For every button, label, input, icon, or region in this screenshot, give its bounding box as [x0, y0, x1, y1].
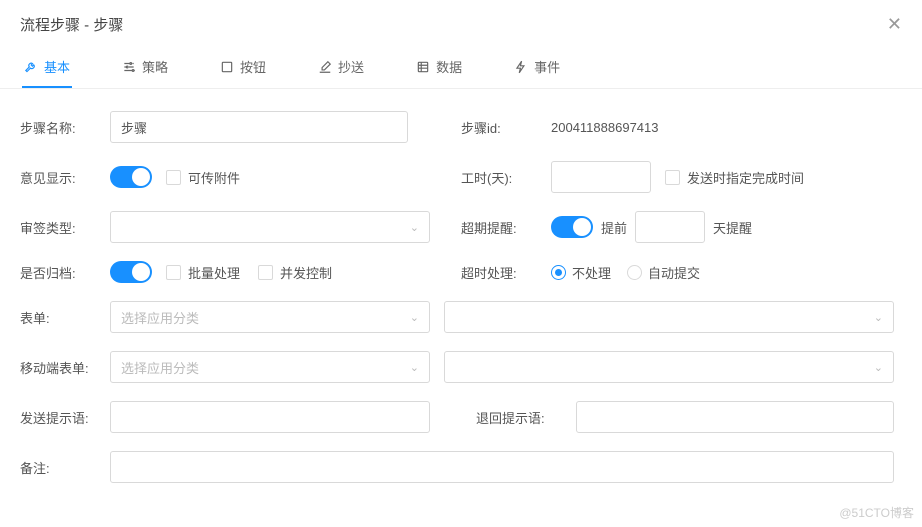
tab-cc[interactable]: 抄送	[316, 45, 366, 88]
form-select[interactable]: ⌄	[444, 301, 894, 333]
wrench-icon	[24, 60, 38, 74]
send-prompt-input[interactable]	[110, 401, 430, 433]
work-hours-input[interactable]	[551, 161, 651, 193]
tab-label: 策略	[142, 57, 168, 76]
batch-label: 批量处理	[188, 263, 240, 282]
comment-show-toggle[interactable]	[110, 166, 152, 188]
timeout-nohandle-radio[interactable]	[551, 265, 566, 280]
tab-strategy[interactable]: 策略	[120, 45, 170, 88]
tab-button[interactable]: 按钮	[218, 45, 268, 88]
tab-data[interactable]: 数据	[414, 45, 464, 88]
edit-icon	[318, 60, 332, 74]
chevron-down-icon: ⌄	[410, 361, 419, 374]
chevron-down-icon: ⌄	[874, 311, 883, 324]
form-body: 步骤名称: 步骤id: 200411888697413 意见显示: 可传附件 工…	[0, 89, 922, 483]
step-id-value: 200411888697413	[551, 120, 659, 135]
attachable-label: 可传附件	[188, 168, 240, 187]
square-icon	[220, 60, 234, 74]
form-category-select[interactable]: 选择应用分类⌄	[110, 301, 430, 333]
chevron-down-icon: ⌄	[410, 221, 419, 234]
chevron-down-icon: ⌄	[410, 311, 419, 324]
list-icon	[416, 60, 430, 74]
label-return-prompt: 退回提示语:	[476, 408, 576, 427]
overdue-remind-toggle[interactable]	[551, 216, 593, 238]
label-work-hours: 工时(天):	[461, 168, 551, 187]
label-form: 表单:	[20, 308, 110, 327]
batch-checkbox[interactable]	[166, 265, 181, 280]
mobile-form-category-select[interactable]: 选择应用分类⌄	[110, 351, 430, 383]
close-icon[interactable]: ✕	[887, 14, 902, 35]
label-archive: 是否归档:	[20, 263, 110, 282]
step-name-input[interactable]	[110, 111, 408, 143]
concurrent-checkbox[interactable]	[258, 265, 273, 280]
watermark: @51CTO博客	[839, 504, 914, 521]
dialog-title: 流程步骤 - 步骤	[20, 14, 123, 35]
sliders-icon	[122, 60, 136, 74]
sign-type-select[interactable]: ⌄	[110, 211, 430, 243]
bolt-icon	[514, 60, 528, 74]
tab-bar: 基本 策略 按钮 抄送 数据 事件	[0, 45, 922, 89]
attachable-checkbox[interactable]	[166, 170, 181, 185]
tab-label: 按钮	[240, 57, 266, 76]
ahead-label: 提前	[601, 218, 627, 237]
timeout-autosubmit-radio[interactable]	[627, 265, 642, 280]
label-timeout-handle: 超时处理:	[461, 263, 551, 282]
label-send-prompt: 发送提示语:	[20, 408, 110, 427]
label-memo: 备注:	[20, 458, 110, 477]
autosubmit-label: 自动提交	[648, 263, 700, 282]
label-overdue-remind: 超期提醒:	[461, 218, 551, 237]
tab-event[interactable]: 事件	[512, 45, 562, 88]
concurrent-label: 并发控制	[280, 263, 332, 282]
days-remind-label: 天提醒	[713, 218, 752, 237]
tab-label: 事件	[534, 57, 560, 76]
tab-label: 抄送	[338, 57, 364, 76]
memo-input[interactable]	[110, 451, 894, 483]
send-specify-checkbox[interactable]	[665, 170, 680, 185]
tab-label: 基本	[44, 57, 70, 76]
send-specify-label: 发送时指定完成时间	[687, 168, 804, 187]
label-mobile-form: 移动端表单:	[20, 358, 110, 377]
chevron-down-icon: ⌄	[874, 361, 883, 374]
nohandle-label: 不处理	[572, 263, 611, 282]
mobile-form-select[interactable]: ⌄	[444, 351, 894, 383]
tab-basic[interactable]: 基本	[22, 45, 72, 88]
return-prompt-input[interactable]	[576, 401, 894, 433]
label-comment-show: 意见显示:	[20, 168, 110, 187]
label-step-name: 步骤名称:	[20, 118, 110, 137]
label-step-id: 步骤id:	[461, 118, 551, 137]
tab-label: 数据	[436, 57, 462, 76]
label-sign-type: 审签类型:	[20, 218, 110, 237]
archive-toggle[interactable]	[110, 261, 152, 283]
remind-days-input[interactable]	[635, 211, 705, 243]
